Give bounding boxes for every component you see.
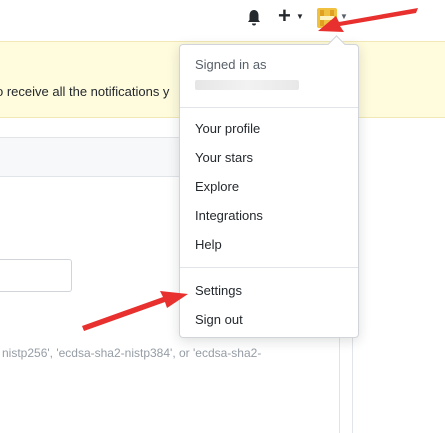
bell-icon[interactable]: [246, 9, 262, 27]
top-header: + ▼ ▼: [0, 0, 445, 40]
signed-in-username-blurred: [195, 80, 299, 90]
divider: [180, 107, 358, 108]
avatar-icon[interactable]: [317, 8, 337, 28]
menu-item-settings[interactable]: Settings: [195, 283, 242, 298]
divider: [180, 267, 358, 268]
menu-item-explore[interactable]: Explore: [195, 179, 239, 194]
menu-item-help[interactable]: Help: [195, 237, 222, 252]
key-hint-text: nistp256', 'ecdsa-sha2-nistp384', or 'ec…: [2, 346, 262, 360]
annotation-arrow-settings: [82, 291, 188, 331]
panel-border: [352, 330, 353, 433]
signed-in-label: Signed in as: [195, 57, 267, 72]
chevron-down-icon: ▼: [296, 12, 304, 21]
menu-item-your-profile[interactable]: Your profile: [195, 121, 260, 136]
plus-icon[interactable]: +: [278, 5, 291, 27]
menu-item-integrations[interactable]: Integrations: [195, 208, 263, 223]
user-dropdown-menu: Signed in as Your profile Your stars Exp…: [179, 35, 359, 338]
menu-item-your-stars[interactable]: Your stars: [195, 150, 253, 165]
chevron-down-icon: ▼: [340, 12, 348, 21]
title-input[interactable]: [0, 259, 72, 292]
banner-text: o receive all the notifications y: [0, 84, 170, 99]
menu-item-sign-out[interactable]: Sign out: [195, 312, 243, 327]
